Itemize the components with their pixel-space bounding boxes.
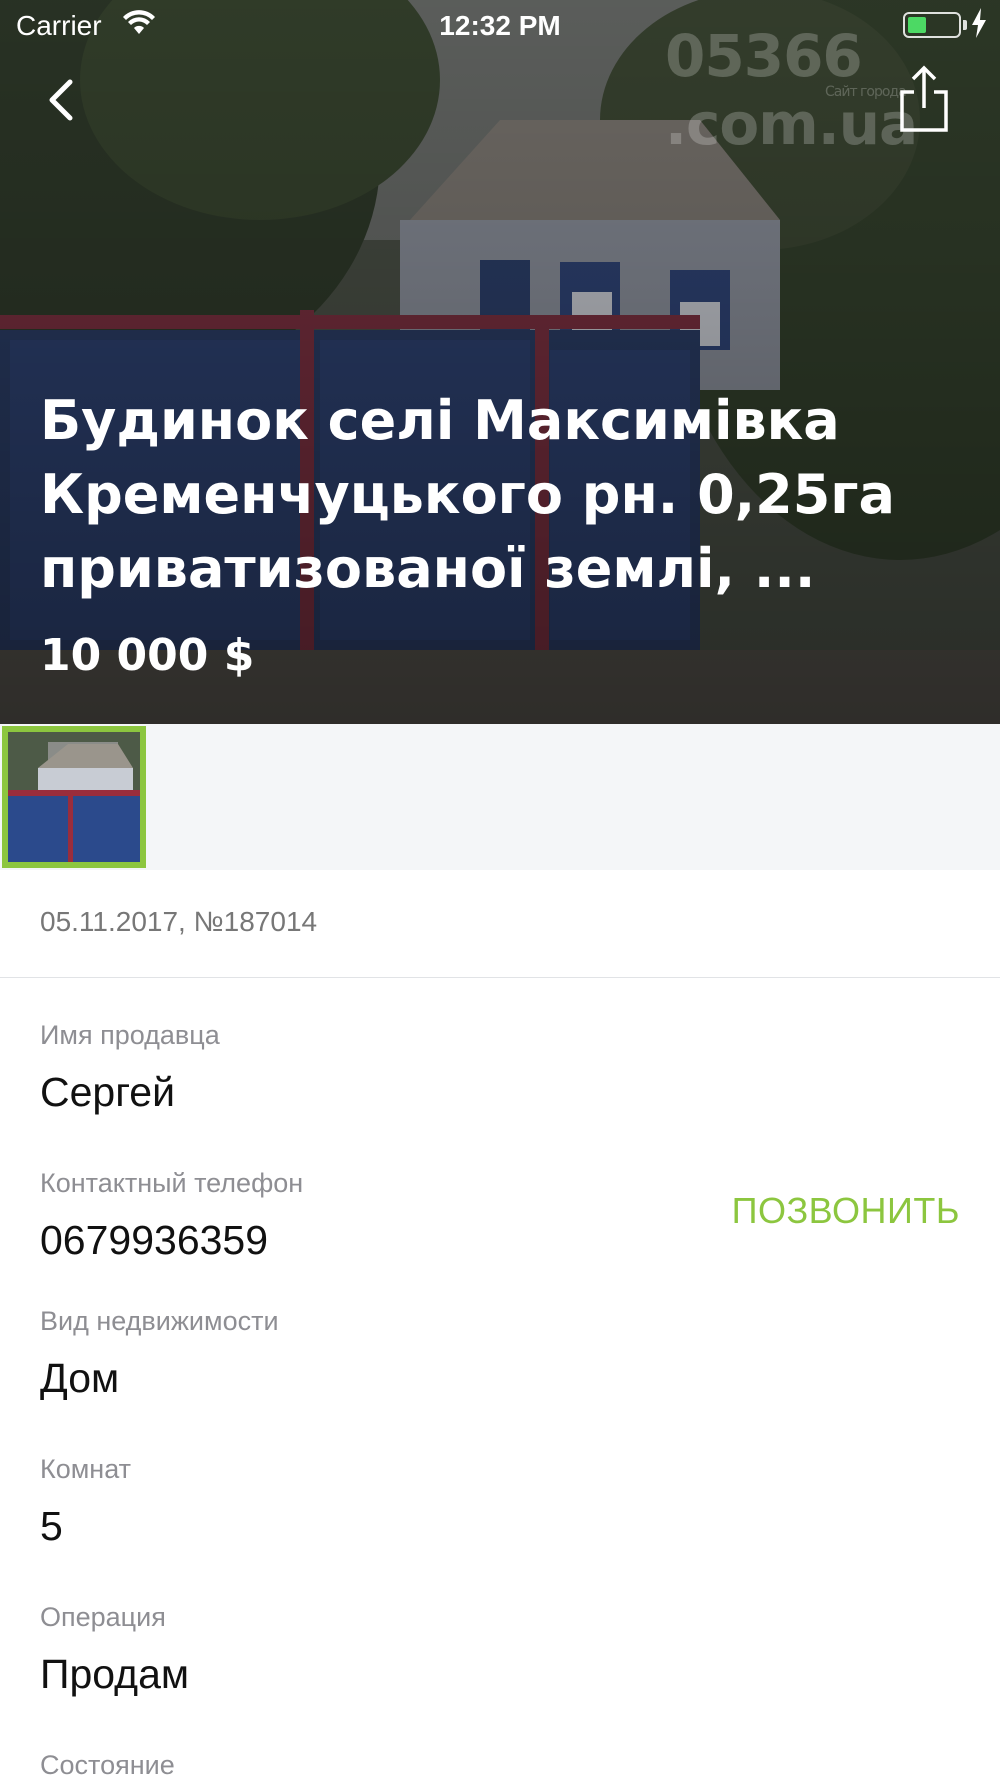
thumbnail-strip bbox=[0, 724, 1000, 870]
seller-field: Имя продавца Сергей bbox=[40, 1020, 960, 1116]
condition-field: Состояние bbox=[40, 1750, 960, 1778]
property-type-field: Вид недвижимости Дом bbox=[40, 1306, 960, 1402]
property-type-value: Дом bbox=[40, 1355, 120, 1401]
listing-meta-row: 05.11.2017, №187014 bbox=[0, 870, 1000, 978]
condition-label: Состояние bbox=[40, 1750, 175, 1778]
share-icon bbox=[900, 65, 948, 132]
rooms-value: 5 bbox=[40, 1503, 63, 1549]
chevron-left-icon bbox=[49, 79, 73, 121]
thumbnail-image bbox=[8, 732, 140, 862]
battery-icon bbox=[903, 12, 961, 38]
rooms-label: Комнат bbox=[40, 1454, 132, 1484]
status-bar: Carrier 12:32 PM bbox=[0, 0, 1000, 50]
back-button[interactable] bbox=[36, 70, 92, 130]
property-type-label: Вид недвижимости bbox=[40, 1306, 279, 1336]
listing-date-id: 05.11.2017, №187014 bbox=[40, 906, 318, 937]
operation-field: Операция Продам bbox=[40, 1602, 960, 1698]
call-button[interactable]: ПОЗВОНИТЬ bbox=[732, 1190, 960, 1232]
operation-value: Продам bbox=[40, 1651, 190, 1697]
seller-value: Сергей bbox=[40, 1069, 175, 1115]
operation-label: Операция bbox=[40, 1602, 166, 1632]
hero-photo: 05366 .com.ua Сайт города bbox=[0, 0, 1000, 724]
bolt-icon bbox=[972, 8, 986, 38]
seller-label: Имя продавца bbox=[40, 1020, 220, 1050]
battery-tip bbox=[963, 20, 967, 30]
listing-title: Будинок селі Максимівка Кременчуцького р… bbox=[40, 389, 895, 600]
rooms-field: Комнат 5 bbox=[40, 1454, 960, 1550]
share-button[interactable] bbox=[894, 64, 954, 134]
thumbnail-selected[interactable] bbox=[2, 726, 146, 868]
clock: 12:32 PM bbox=[439, 10, 561, 41]
listing-price: 10 000 $ bbox=[40, 630, 255, 681]
